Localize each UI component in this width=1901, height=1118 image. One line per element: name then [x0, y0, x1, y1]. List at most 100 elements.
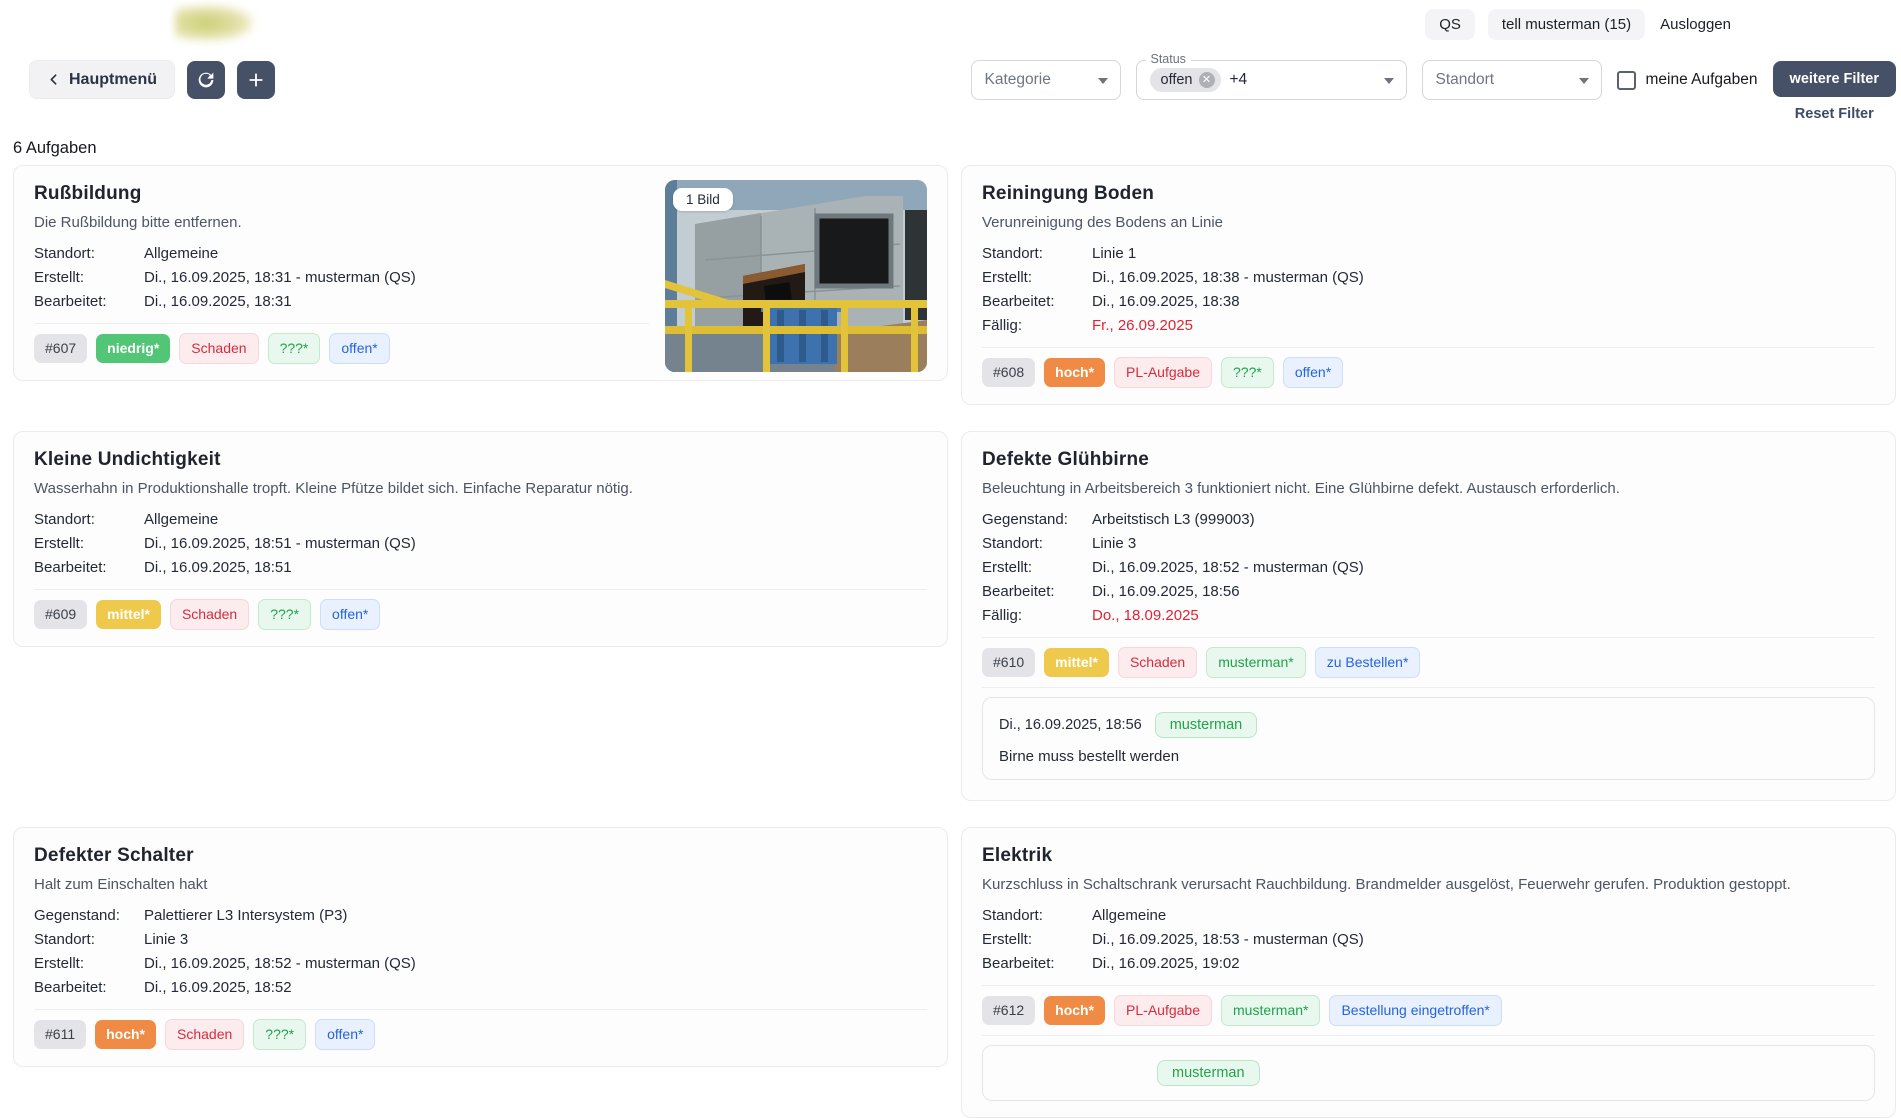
status-chip: offen* [320, 599, 380, 630]
meta-label: Erstellt: [982, 266, 1092, 290]
task-id-chip: #612 [982, 996, 1035, 1025]
image-count-badge: 1 Bild [673, 188, 733, 211]
comment-text: Birne muss bestellt werden [999, 748, 1858, 765]
task-count: 6 Aufgaben [13, 139, 97, 158]
filters-group: Kategorie Status offen ✕ +4 Standort mei… [971, 60, 1897, 122]
meta-value: Linie 3 [1092, 532, 1136, 556]
task-chips: #610mittel*Schadenmusterman*zu Bestellen… [982, 647, 1875, 678]
status-select-label: Status [1146, 52, 1191, 66]
toolbar-left: Hauptmenü [29, 60, 275, 99]
meta-value: Di., 16.09.2025, 18:38 - musterman (QS) [1092, 266, 1364, 290]
reset-filter-link[interactable]: Reset Filter [1795, 106, 1874, 122]
task-meta: Gegenstand:Arbeitstisch L3 (999003)Stand… [982, 508, 1875, 628]
status-chip: musterman* [1221, 995, 1320, 1026]
status-more-count: +4 [1230, 71, 1248, 89]
comment-head: Di., 16.09.2025, 18:56musterman [999, 712, 1858, 738]
meta-label: Bearbeitet: [982, 952, 1092, 976]
task-card[interactable]: Elektrik Kurzschluss in Schaltschrank ver… [961, 827, 1896, 1118]
meta-label: Bearbeitet: [34, 290, 144, 314]
meta-row: Standort:Allgemeine [34, 242, 649, 266]
logout-button[interactable]: Ausloggen [1658, 9, 1733, 40]
meta-row: Gegenstand:Arbeitstisch L3 (999003) [982, 508, 1875, 532]
priority-chip: mittel* [1044, 648, 1109, 677]
category-chip: PL-Aufgabe [1114, 995, 1212, 1026]
task-meta: Standort:AllgemeineErstellt:Di., 16.09.2… [34, 242, 649, 314]
task-card-body: Reiningung BodenVerunreinigung des Boden… [982, 182, 1875, 388]
meta-value: Di., 16.09.2025, 18:31 [144, 290, 292, 314]
main-menu-label: Hauptmenü [69, 71, 157, 89]
meta-row: Bearbeitet:Di., 16.09.2025, 18:51 [34, 556, 927, 580]
meta-label: Fällig: [982, 604, 1092, 628]
status-filter-chip[interactable]: offen ✕ [1150, 68, 1221, 92]
refresh-button[interactable] [187, 61, 225, 99]
meta-value: Do., 18.09.2025 [1092, 604, 1199, 628]
task-title: Elektrik [982, 844, 1875, 868]
meta-row: Standort:Linie 1 [982, 242, 1875, 266]
meta-label: Erstellt: [982, 556, 1092, 580]
meta-row: Bearbeitet:Di., 16.09.2025, 18:56 [982, 580, 1875, 604]
meta-value: Allgemeine [144, 508, 218, 532]
chevron-down-icon [1384, 78, 1394, 84]
task-card[interactable]: Reiningung BodenVerunreinigung des Boden… [961, 165, 1896, 405]
task-title: Kleine Undichtigkeit [34, 448, 927, 472]
task-card[interactable]: Defekter SchalterHalt zum Einschalten ha… [13, 827, 948, 1067]
task-id-chip: #610 [982, 648, 1035, 677]
status-chip: musterman* [1206, 647, 1305, 678]
task-description: Beleuchtung in Arbeitsbereich 3 funktion… [982, 478, 1875, 500]
checkbox-box[interactable] [1617, 71, 1636, 90]
task-card-body: Kleine Undichtigkeit Wasserhahn in Produk… [34, 448, 927, 630]
meta-label: Standort: [982, 532, 1092, 556]
task-description: Kurzschluss in Schaltschrank verursacht … [982, 874, 1875, 896]
add-task-button[interactable] [237, 61, 275, 99]
top-bar-right: QS tell musterman (15) Ausloggen [1425, 9, 1733, 40]
meta-label: Bearbeitet: [34, 976, 144, 1000]
task-card-main: Kleine Undichtigkeit Wasserhahn in Produk… [34, 448, 927, 630]
category-chip: Schaden [179, 333, 258, 364]
priority-chip: hoch* [1044, 358, 1105, 387]
meta-value: Allgemeine [1092, 904, 1166, 928]
qs-badge[interactable]: QS [1425, 9, 1475, 40]
task-chips: #607niedrig*Schaden???*offen* [34, 333, 649, 364]
status-chip: offen* [1283, 357, 1343, 388]
comment-head: musterman [999, 1060, 1858, 1086]
kategorie-select[interactable]: Kategorie [971, 60, 1121, 100]
task-card-body: Elektrik Kurzschluss in Schaltschrank ver… [982, 844, 1875, 1026]
meta-label: Fällig: [982, 314, 1092, 338]
meta-row: Standort:Linie 3 [982, 532, 1875, 556]
remove-filter-icon[interactable]: ✕ [1199, 72, 1215, 88]
more-filters-button[interactable]: weitere Filter [1773, 61, 1896, 97]
task-id-chip: #607 [34, 334, 87, 363]
meta-value: Di., 16.09.2025, 18:53 - musterman (QS) [1092, 928, 1364, 952]
task-description: Verunreinigung des Bodens an Linie [982, 212, 1875, 234]
task-description: Halt zum Einschalten hakt [34, 874, 927, 896]
meta-value: Di., 16.09.2025, 18:31 - musterman (QS) [144, 266, 416, 290]
toolbar: Hauptmenü Kategorie Status offen ✕ +4 St… [29, 60, 1896, 100]
task-card[interactable]: Kleine Undichtigkeit Wasserhahn in Produk… [13, 431, 948, 647]
refresh-icon [195, 69, 217, 91]
meta-value: Linie 1 [1092, 242, 1136, 266]
task-description: Wasserhahn in Produktionshalle tropft. K… [34, 478, 927, 500]
category-chip: PL-Aufgabe [1114, 357, 1212, 388]
meta-row: Erstellt:Di., 16.09.2025, 18:38 - muster… [982, 266, 1875, 290]
task-meta: Standort:AllgemeineErstellt:Di., 16.09.2… [982, 904, 1875, 976]
meta-label: Erstellt: [982, 928, 1092, 952]
my-tasks-checkbox[interactable]: meine Aufgaben [1617, 60, 1758, 100]
status-select[interactable]: Status offen ✕ +4 [1136, 60, 1407, 100]
task-card[interactable]: RußbildungDie Rußbildung bitte entfernen… [13, 165, 948, 381]
my-tasks-label: meine Aufgaben [1646, 71, 1758, 89]
meta-label: Gegenstand: [34, 904, 144, 928]
user-badge[interactable]: tell musterman (15) [1488, 9, 1645, 40]
status-chip: ???* [268, 333, 321, 364]
meta-value: Di., 16.09.2025, 18:51 - musterman (QS) [144, 532, 416, 556]
status-chip: Bestellung eingetroffen* [1329, 995, 1501, 1026]
main-menu-button[interactable]: Hauptmenü [29, 60, 175, 99]
meta-value: Allgemeine [144, 242, 218, 266]
meta-label: Erstellt: [34, 952, 144, 976]
task-card[interactable]: Defekte GlühbirneBeleuchtung in Arbeitsb… [961, 431, 1896, 801]
task-photo[interactable]: 1 Bild [665, 180, 927, 372]
task-chips: #612hoch*PL-Aufgabemusterman*Bestellung … [982, 995, 1875, 1026]
task-card-body: Defekte GlühbirneBeleuchtung in Arbeitsb… [982, 448, 1875, 678]
divider [982, 347, 1875, 348]
standort-select[interactable]: Standort [1422, 60, 1602, 100]
meta-value: Arbeitstisch L3 (999003) [1092, 508, 1255, 532]
